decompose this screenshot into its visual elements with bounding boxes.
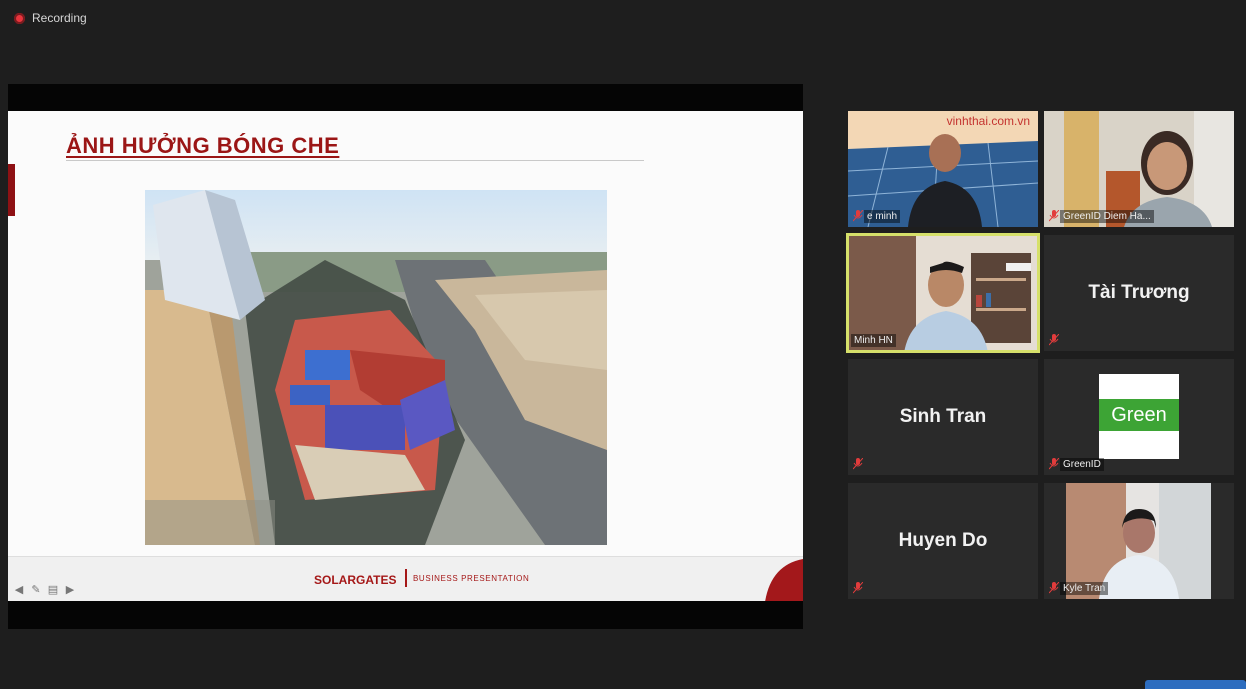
muted-mic-icon: [1049, 210, 1059, 222]
muted-mic-icon: [1049, 582, 1059, 594]
footer-separator: [405, 569, 407, 587]
participant-tile-minh-hn[interactable]: Minh HN: [846, 233, 1040, 353]
muted-mic-icon: [853, 458, 863, 470]
greenid-logo-card: Green: [1099, 374, 1179, 459]
slides-grid-icon[interactable]: ▤: [46, 583, 60, 596]
participant-name: Kyle Tran: [1060, 582, 1109, 595]
record-icon: [14, 12, 25, 24]
presentation-slide: ẢNH HƯỞNG BÓNG CHE ◀ ✎ ▤ ▶ SOLARGATES BU…: [8, 111, 803, 601]
footer-brand: SOLARGATES: [314, 573, 397, 587]
footer-corner-graphic: [765, 559, 803, 601]
recording-label: Recording: [32, 11, 87, 25]
participant-name-display: Sinh Tran: [899, 406, 987, 427]
participant-name: e minh: [864, 210, 901, 223]
next-slide-icon[interactable]: ▶: [63, 583, 77, 596]
participant-tile-tai-truong[interactable]: Tài Trương: [1044, 235, 1234, 351]
slide-nav-controls: ◀ ✎ ▤ ▶: [12, 583, 77, 596]
pen-icon[interactable]: ✎: [29, 583, 43, 596]
participant-tile-e-minh[interactable]: vinhthai.com.vn e minh: [848, 111, 1038, 227]
participant-name-display: Huyen Do: [898, 530, 988, 551]
greenid-logo: Green: [1099, 399, 1179, 431]
toolbar-button[interactable]: [1145, 680, 1246, 689]
muted-mic-icon: [1049, 458, 1059, 470]
participant-name: GreenID: [1060, 458, 1104, 471]
participant-tile-huyen-do[interactable]: Huyen Do: [848, 483, 1038, 599]
participant-name: Minh HN: [851, 334, 896, 347]
aerial-shading-image: [145, 190, 607, 545]
participant-name-display: Tài Trương: [1088, 282, 1190, 303]
slide-accent-tab: [8, 164, 15, 216]
shared-screen[interactable]: ẢNH HƯỞNG BÓNG CHE ◀ ✎ ▤ ▶ SOLARGATES BU…: [8, 84, 803, 629]
muted-mic-icon: [853, 582, 863, 594]
participant-tile-greenid-diem-ha[interactable]: GreenID Diem Ha...: [1044, 111, 1234, 227]
participant-tile-greenid[interactable]: Green GreenID: [1044, 359, 1234, 475]
muted-mic-icon: [1049, 334, 1059, 346]
footer-subtitle: BUSINESS PRESENTATION: [413, 574, 530, 583]
title-divider: [66, 160, 644, 161]
prev-slide-icon[interactable]: ◀: [12, 583, 26, 596]
recording-indicator[interactable]: Recording: [14, 11, 87, 25]
participant-tile-kyle-tran[interactable]: Kyle Tran: [1044, 483, 1234, 599]
slide-title: ẢNH HƯỞNG BÓNG CHE: [66, 133, 340, 158]
slide-footer: ◀ ✎ ▤ ▶ SOLARGATES BUSINESS PRESENTATION: [8, 556, 803, 601]
video-overlay-text: vinhthai.com.vn: [946, 114, 1030, 128]
participant-name: GreenID Diem Ha...: [1060, 210, 1154, 223]
participant-tile-sinh-tran[interactable]: Sinh Tran: [848, 359, 1038, 475]
muted-mic-icon: [853, 210, 863, 222]
